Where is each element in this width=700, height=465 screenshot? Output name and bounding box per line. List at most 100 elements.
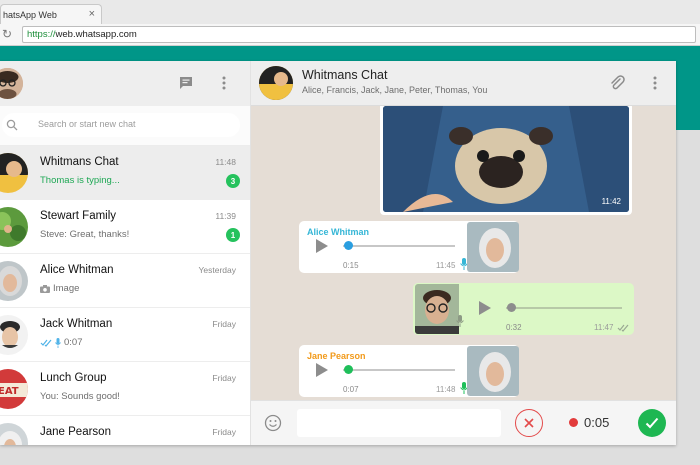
search-box[interactable]: Search or start new chat (2, 113, 240, 137)
camera-icon (40, 284, 50, 293)
search-input[interactable]: Search or start new chat (38, 119, 136, 129)
chat-item-jane-pearson[interactable]: Jane Pearson Friday (0, 416, 250, 445)
chat-time: Friday (212, 427, 236, 437)
conversation-title: Whitmans Chat (302, 68, 388, 82)
voice-message: Jane Pearson 0:07 11:48 (299, 345, 519, 397)
whatsapp-app: Search or start new chat Whitmans Chat 1… (0, 61, 676, 445)
browser-tabbar: hatsApp Web × (0, 0, 700, 24)
message-sender: Alice Whitman (307, 227, 370, 237)
audio-track[interactable] (506, 307, 622, 309)
chat-preview: Thomas is typing... (40, 175, 120, 186)
chat-item-stewart-family[interactable]: Stewart Family 11:39 Steve: Great, thank… (0, 200, 250, 254)
emoji-icon[interactable] (264, 414, 282, 432)
chat-time: Yesterday (198, 265, 237, 275)
chat-item-alice-whitman[interactable]: Alice Whitman Yesterday Image (0, 254, 250, 308)
avatar (0, 207, 28, 247)
check-icon (645, 417, 659, 429)
left-header (0, 61, 250, 106)
audio-scrubber[interactable] (507, 303, 517, 312)
voice-message: Alice Whitman 0:15 11:45 (299, 221, 519, 273)
chat-name: Jane Pearson (40, 426, 111, 438)
double-check-icon (40, 339, 52, 347)
play-button[interactable] (479, 301, 491, 315)
tab-title: hatsApp Web (3, 10, 57, 20)
url-scheme: https:// (27, 29, 56, 40)
avatar (0, 261, 28, 301)
recording-time: 0:05 (584, 415, 610, 430)
avatar (0, 423, 28, 445)
voice-message: 0:32 11:47 (413, 283, 634, 335)
message-sender: Jane Pearson (307, 351, 366, 361)
recording-indicator (569, 418, 578, 427)
new-chat-icon[interactable] (176, 73, 196, 93)
audio-track[interactable] (343, 245, 455, 247)
conversation-pane: Whitmans Chat Alice, Francis, Jack, Jane… (251, 61, 676, 445)
chat-preview: 0:07 (40, 337, 83, 348)
image-message[interactable]: 11:42 (380, 106, 632, 215)
chat-time: 11:39 (215, 211, 236, 221)
message-input[interactable] (297, 409, 501, 437)
conversation-members: Alice, Francis, Jack, Jane, Peter, Thoma… (302, 85, 488, 95)
message-time: 11:48 (436, 385, 456, 394)
composer: 0:05 (251, 400, 676, 445)
search-bar: Search or start new chat (0, 106, 250, 146)
conversation-header[interactable]: Whitmans Chat Alice, Francis, Jack, Jane… (251, 61, 676, 106)
chat-list: Whitmans Chat 11:48 Thomas is typing... … (0, 146, 250, 445)
cancel-recording-button[interactable] (515, 409, 543, 437)
chat-time: Friday (212, 373, 236, 383)
chat-name: Stewart Family (40, 210, 117, 222)
chat-item-whitmans-chat[interactable]: Whitmans Chat 11:48 Thomas is typing... … (0, 146, 250, 200)
message-list: 11:42 Alice Whitman 0:15 11:45 0:32 11:4… (251, 106, 676, 400)
chat-list-pane: Search or start new chat Whitmans Chat 1… (0, 61, 251, 445)
chat-name: Alice Whitman (40, 264, 114, 276)
svg-text:EAT: EAT (0, 386, 19, 397)
audio-duration: 0:15 (343, 261, 359, 270)
unread-badge: 3 (226, 174, 240, 188)
search-icon (6, 119, 18, 131)
chat-name: Lunch Group (40, 372, 107, 384)
url-host: web.whatsapp.com (55, 29, 137, 40)
avatar (0, 153, 28, 193)
chat-item-jack-whitman[interactable]: Jack Whitman Friday 0:07 (0, 308, 250, 362)
chat-time: 11:48 (215, 157, 236, 167)
preview-text: 0:07 (64, 337, 83, 348)
address-bar[interactable]: https://web.whatsapp.com (22, 26, 696, 43)
browser-tab[interactable]: hatsApp Web × (0, 4, 102, 24)
chat-preview: Steve: Great, thanks! (40, 229, 130, 240)
message-time: 11:45 (436, 261, 456, 270)
chat-preview: You: Sounds good! (40, 391, 120, 402)
chat-preview: Image (40, 283, 79, 294)
menu-icon[interactable] (645, 73, 665, 93)
chat-item-lunch-group[interactable]: EAT Lunch Group Friday You: Sounds good! (0, 362, 250, 416)
play-button[interactable] (316, 363, 328, 377)
menu-icon[interactable] (214, 73, 234, 93)
preview-text: Image (53, 283, 80, 294)
audio-track[interactable] (343, 369, 455, 371)
avatar (467, 346, 519, 396)
chat-name: Jack Whitman (40, 318, 113, 330)
avatar (0, 315, 28, 355)
mic-icon (456, 315, 464, 327)
unread-badge: 1 (226, 228, 240, 242)
double-check-icon (617, 324, 629, 332)
play-button[interactable] (316, 239, 328, 253)
close-icon (524, 418, 534, 428)
close-icon[interactable]: × (89, 8, 95, 20)
audio-scrubber[interactable] (344, 241, 354, 250)
attach-icon[interactable] (607, 73, 627, 93)
reload-icon[interactable]: ↻ (2, 27, 12, 41)
avatar (467, 222, 519, 272)
browser-address-row: ↻ https://web.whatsapp.com (0, 24, 700, 46)
audio-scrubber[interactable] (344, 365, 354, 374)
audio-duration: 0:32 (506, 323, 522, 332)
mic-icon (55, 337, 61, 348)
message-time: 11:42 (601, 197, 621, 206)
chat-time: Friday (212, 319, 236, 329)
send-button[interactable] (638, 409, 666, 437)
message-time: 11:47 (594, 323, 614, 332)
avatar: EAT (0, 369, 28, 409)
chat-name: Whitmans Chat (40, 156, 119, 168)
avatar[interactable] (0, 68, 23, 99)
avatar[interactable] (259, 66, 293, 100)
pug-photo: 11:42 (383, 106, 629, 212)
